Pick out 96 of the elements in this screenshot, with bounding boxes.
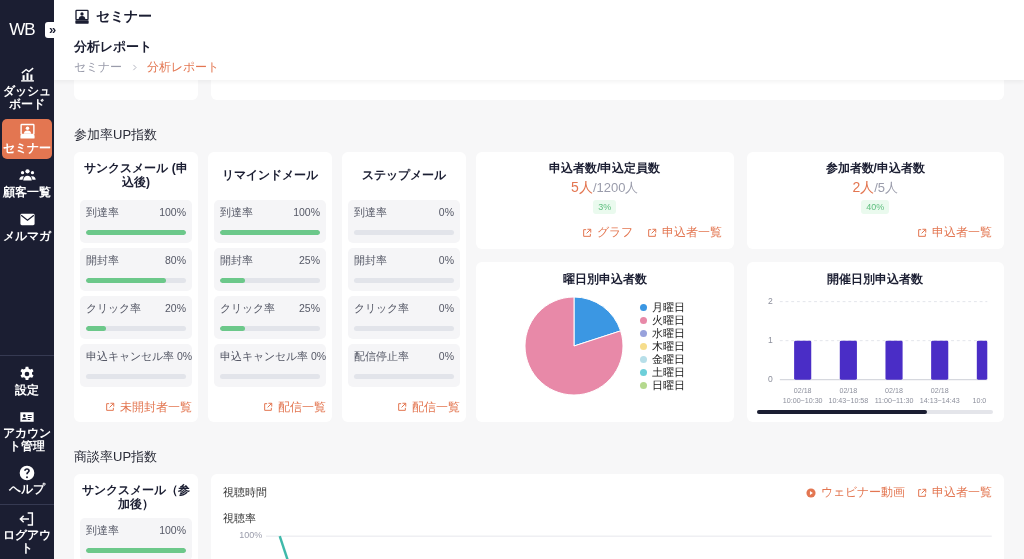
legend-label: 日曜日	[652, 378, 686, 392]
presenter-icon	[18, 123, 36, 140]
nav-item[interactable]: ヘルプ	[2, 461, 52, 500]
metric-value: 0%	[438, 302, 454, 315]
nav-item[interactable]: アカウント管理	[2, 405, 52, 457]
external-link-icon	[917, 227, 927, 238]
external-link-icon	[917, 487, 927, 498]
card-title: 申込者数/申込定員数	[549, 161, 661, 175]
logo: WB	[9, 20, 35, 40]
metric-label: 到達率	[86, 206, 119, 219]
metric-value: 0%	[177, 350, 193, 363]
chart-title: 曜日別申込者数	[562, 272, 647, 286]
metric-label: 開封率	[354, 254, 387, 267]
stat-count: 5人	[571, 179, 593, 197]
link[interactable]: グラフ	[581, 224, 633, 241]
link[interactable]: 申込者一覧	[917, 224, 992, 241]
link[interactable]: 申込者一覧	[646, 224, 722, 241]
legend-label: 水曜日	[652, 326, 686, 340]
external-link-icon	[581, 227, 592, 238]
axis-tick: 1	[768, 335, 773, 346]
metric-value: 0%	[311, 350, 327, 363]
metric-label: クリック率	[220, 302, 275, 315]
metric-value: 25%	[299, 302, 320, 315]
id-card-icon	[19, 409, 35, 425]
card-title: リマインドメール	[221, 167, 319, 184]
chart-icon	[18, 66, 36, 83]
metric-value: 25%	[299, 254, 320, 267]
logout-button[interactable]: ログアウト	[0, 504, 54, 559]
stat-total: /5人	[874, 179, 899, 197]
link[interactable]: 未開封者一覧	[105, 400, 192, 414]
mail-icon	[18, 211, 36, 228]
stat-total: /1200人	[592, 179, 639, 197]
external-link-icon	[646, 227, 657, 238]
chevron-right-icon	[130, 63, 139, 72]
nav-item[interactable]: 設定	[2, 362, 52, 401]
rate-badge: 40%	[861, 200, 890, 214]
external-link-icon	[397, 402, 407, 412]
legend-label: 木曜日	[652, 339, 686, 353]
metric-value: 0%	[438, 206, 454, 219]
nav-item[interactable]: セミナー	[2, 119, 52, 159]
card-title: 視聴時間	[223, 485, 267, 500]
axis-tick: 2	[768, 296, 773, 307]
axis-title: 視聴率	[223, 511, 257, 526]
metric-value: 100%	[293, 206, 320, 219]
link[interactable]: ウェビナー動画	[806, 484, 905, 501]
card-title: ステップメール	[361, 167, 447, 184]
metric-value: 20%	[165, 302, 186, 315]
metric-value: 0%	[438, 254, 454, 267]
external-link-icon	[105, 402, 115, 412]
metric-label: 配信停止率	[354, 350, 409, 363]
link[interactable]: 申込者一覧	[917, 484, 992, 501]
nav-item[interactable]: メルマガ	[2, 207, 52, 247]
card-title: サンクスメール (申込後)	[83, 161, 189, 189]
link[interactable]: 配信一覧	[263, 400, 326, 414]
metric-value: 100%	[159, 524, 186, 537]
metric-label: 到達率	[86, 524, 119, 537]
card-title: 参加者数/申込者数	[825, 161, 925, 175]
chart-title: 開催日別申込者数	[827, 272, 924, 286]
nav-item[interactable]: 顧客一覧	[2, 163, 52, 203]
metric-label: クリック率	[354, 302, 409, 315]
external-link-icon	[263, 402, 273, 412]
scroll-thumb[interactable]	[757, 410, 928, 414]
trend-line	[278, 535, 289, 559]
stat-count: 2人	[852, 179, 875, 197]
logout-icon	[19, 511, 35, 527]
metric-label: 開封率	[86, 254, 119, 267]
rate-badge: 3%	[593, 200, 617, 214]
metric-value: 0%	[438, 350, 454, 363]
settings-icon	[19, 366, 35, 382]
legend-label: 火曜日	[652, 313, 686, 327]
metric-label: 到達率	[220, 206, 253, 219]
legend-label: 土曜日	[652, 365, 686, 379]
section-title: 商談率UP指数	[74, 448, 159, 466]
section-title: 参加率UP指数	[74, 126, 159, 144]
metric-value: 100%	[159, 206, 186, 219]
metric-label: 開封率	[220, 254, 253, 267]
page-title: セミナー	[96, 8, 152, 26]
card-title: サンクスメール（参加後）	[81, 483, 191, 511]
metric-label: 申込キャンセル率	[220, 350, 308, 363]
axis-tick: 100%	[238, 530, 263, 540]
breadcrumb-link[interactable]: 分析レポート	[147, 59, 219, 76]
metric-value: 80%	[165, 254, 186, 267]
breadcrumb-link[interactable]: セミナー	[74, 59, 122, 76]
legend-label: 金曜日	[652, 352, 686, 366]
help-icon	[19, 465, 35, 481]
metric-label: 申込キャンセル率	[86, 350, 174, 363]
link[interactable]: 配信一覧	[397, 400, 460, 414]
metric-label: 到達率	[354, 206, 387, 219]
scrollbar[interactable]	[757, 410, 994, 414]
metric-label: クリック率	[86, 302, 141, 315]
play-icon	[806, 487, 816, 498]
axis-tick: 0	[768, 374, 773, 385]
section-title: 分析レポート	[74, 39, 153, 56]
nav-item[interactable]: ダッシュボード	[2, 62, 52, 115]
legend-label: 月曜日	[652, 300, 686, 314]
presenter-icon	[74, 9, 90, 25]
